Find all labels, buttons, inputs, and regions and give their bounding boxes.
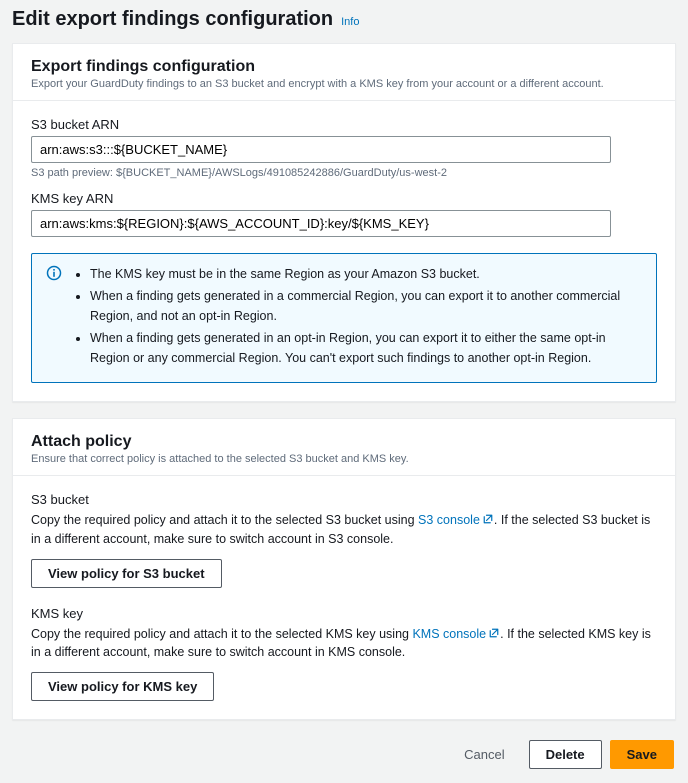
export-findings-panel: Export findings configuration Export you… [12, 43, 676, 402]
info-icon [46, 265, 62, 281]
cancel-button[interactable]: Cancel [448, 740, 520, 769]
info-item: The KMS key must be in the same Region a… [90, 264, 642, 284]
attach-policy-panel: Attach policy Ensure that correct policy… [12, 418, 676, 720]
external-link-icon [482, 513, 494, 525]
attach-panel-header: Attach policy Ensure that correct policy… [13, 419, 675, 476]
export-panel-title: Export findings configuration [31, 58, 657, 76]
kms-policy-block: KMS key Copy the required policy and att… [31, 606, 657, 702]
kms-console-link-text: KMS console [412, 627, 486, 641]
s3-console-link-text: S3 console [418, 513, 480, 527]
attach-panel-title: Attach policy [31, 433, 657, 451]
s3-policy-desc: Copy the required policy and attach it t… [31, 511, 657, 549]
external-link-icon [488, 627, 500, 639]
s3-bucket-arn-input[interactable] [31, 136, 611, 163]
attach-panel-subtitle: Ensure that correct policy is attached t… [31, 453, 657, 465]
export-panel-header: Export findings configuration Export you… [13, 44, 675, 101]
view-s3-policy-button[interactable]: View policy for S3 bucket [31, 559, 222, 588]
page-title-text: Edit export findings configuration [12, 8, 333, 31]
attach-panel-body: S3 bucket Copy the required policy and a… [13, 476, 675, 719]
kms-key-arn-input[interactable] [31, 210, 611, 237]
s3-path-preview: S3 path preview: ${BUCKET_NAME}/AWSLogs/… [31, 167, 657, 179]
kms-policy-desc: Copy the required policy and attach it t… [31, 625, 657, 663]
info-link[interactable]: Info [341, 16, 359, 28]
s3-policy-block: S3 bucket Copy the required policy and a… [31, 492, 657, 588]
s3-console-link[interactable]: S3 console [418, 513, 494, 527]
export-panel-body: S3 bucket ARN S3 path preview: ${BUCKET_… [13, 101, 675, 401]
info-item: When a finding gets generated in a comme… [90, 286, 642, 326]
s3-bucket-arn-label: S3 bucket ARN [31, 117, 657, 132]
info-alert: The KMS key must be in the same Region a… [31, 253, 657, 383]
s3-desc-before: Copy the required policy and attach it t… [31, 513, 418, 527]
kms-key-label: KMS key [31, 606, 657, 621]
info-list: The KMS key must be in the same Region a… [72, 264, 642, 370]
info-item: When a finding gets generated in an opt-… [90, 328, 642, 368]
form-actions: Cancel Delete Save [12, 736, 676, 775]
delete-button[interactable]: Delete [529, 740, 602, 769]
export-panel-subtitle: Export your GuardDuty findings to an S3 … [31, 78, 657, 90]
save-button[interactable]: Save [610, 740, 674, 769]
s3-bucket-label: S3 bucket [31, 492, 657, 507]
view-kms-policy-button[interactable]: View policy for KMS key [31, 672, 214, 701]
kms-key-arn-label: KMS key ARN [31, 191, 657, 206]
kms-desc-before: Copy the required policy and attach it t… [31, 627, 412, 641]
page-title: Edit export findings configuration Info [12, 8, 676, 31]
kms-console-link[interactable]: KMS console [412, 627, 500, 641]
